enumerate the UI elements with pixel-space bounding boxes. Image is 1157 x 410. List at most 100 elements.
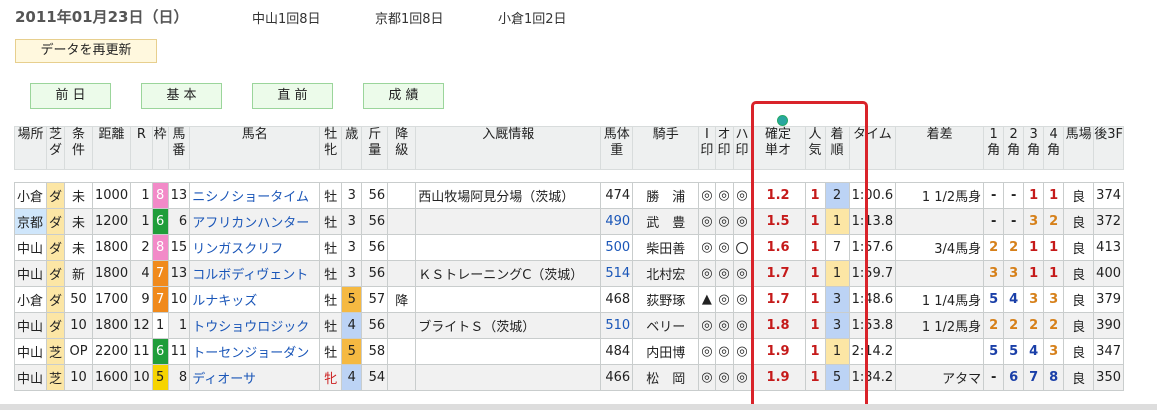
cell-cond: 未 (64, 234, 94, 261)
cell-h: ◎ (732, 260, 752, 287)
column-header-sex[interactable]: 牡牝 (319, 126, 343, 170)
cell-margin: 1 1/4馬身 (895, 286, 985, 313)
column-header-cond[interactable]: 条件 (64, 126, 94, 170)
column-header-name[interactable]: 馬名 (189, 126, 321, 170)
cell-jockey: 武 豊 (632, 208, 700, 235)
table-row[interactable]: 中山芝 10 1600 10 5 8 ディオーサ牝 4 54 466 松 岡 ◎ ◎ ◎ 1.9 1 5 1:34… (14, 364, 1124, 391)
table-row[interactable]: 中山ダ未 1800 2 8 15 リンガスクリフ牡 3 56 500 柴田善 ◎ ◎ 〇 1.6 1 7 1:5… (14, 234, 1124, 261)
column-header-last3f[interactable]: 後3F (1093, 126, 1124, 170)
cell-surface: ダ (45, 260, 66, 287)
cell-c2: - (1003, 182, 1025, 209)
cell-name[interactable]: ルナキッズ (189, 286, 321, 313)
column-header-dist[interactable]: 距離 (92, 126, 132, 170)
cell-track: 良 (1063, 338, 1095, 365)
column-header-bodyw[interactable]: 馬体重 (600, 126, 634, 170)
column-header-stable[interactable]: 入厩情報 (415, 126, 602, 170)
cell-odds: 1.7 (750, 260, 806, 287)
horizontal-scrollbar[interactable] (0, 404, 1157, 410)
cell-name[interactable]: トーセンジョーダン (189, 338, 321, 365)
cell-weight: 57 (361, 286, 389, 313)
cell-o: ◎ (714, 286, 734, 313)
cell-age: 4 (341, 312, 363, 339)
nav-just-before-button[interactable]: 直 前 (252, 83, 333, 109)
column-header-c4[interactable]: 4角 (1043, 126, 1065, 170)
cell-jockey: ベリー (632, 312, 700, 339)
venue-kyoto[interactable]: 京都1回8日 (375, 8, 444, 27)
cell-c1: 3 (983, 260, 1005, 287)
nav-results-button[interactable]: 成 績 (363, 83, 444, 109)
cell-track: 良 (1063, 312, 1095, 339)
cell-c3: 1 (1023, 260, 1045, 287)
column-header-jockey[interactable]: 騎手 (632, 126, 700, 170)
column-header-age[interactable]: 歳 (341, 126, 363, 170)
cell-name[interactable]: コルボディヴェント (189, 260, 321, 287)
cell-stable (415, 338, 602, 365)
cell-last3f: 390 (1093, 312, 1124, 339)
column-header-pop[interactable]: 人気 (804, 126, 826, 170)
column-header-c2[interactable]: 2角 (1003, 126, 1025, 170)
venue-kokura[interactable]: 小倉1回2日 (498, 8, 567, 27)
column-header-c3[interactable]: 3角 (1023, 126, 1045, 170)
column-header-c1[interactable]: 1角 (983, 126, 1005, 170)
cell-venue: 中山 (14, 234, 47, 261)
nav-basic-button[interactable]: 基 本 (141, 83, 222, 109)
table-row[interactable]: 京都ダ未 1200 1 6 6 アフリカンハンター牡 3 56 490 武 豊 ◎ ◎ ◎ 1.5 1 1 1:… (14, 208, 1124, 235)
cell-venue: 中山 (14, 338, 47, 365)
table-row[interactable]: 中山ダ 10 1800 12 1 1 トウショウロジック牡 4 56 ブライトＳ（茨城） 510 ベリ… (14, 312, 1124, 339)
refresh-data-button[interactable]: データを再更新 (15, 39, 157, 63)
cell-drop (387, 182, 417, 209)
cell-stable: 西山牧場阿見分場（茨城） (415, 182, 602, 209)
column-header-margin[interactable]: 着差 (895, 126, 985, 170)
column-header-place[interactable]: 着順 (824, 126, 850, 170)
table-row[interactable]: 中山ダ新 1800 4 7 13 コルボディヴェント牡 3 56 ＫＳトレーニングC（茨城） 51… (14, 260, 1124, 287)
cell-name[interactable]: アフリカンハンター (189, 208, 321, 235)
table-row[interactable]: 中山芝 OP 2200 11 6 11 トーセンジョーダン牡 5 58 484 内田博 ◎ ◎ ◎ 1.9 1… (14, 338, 1124, 365)
cell-i: ◎ (698, 260, 716, 287)
cell-name[interactable]: ニシノショータイム (189, 182, 321, 209)
cell-name[interactable]: ディオーサ (189, 364, 321, 391)
cell-dist: 1800 (92, 234, 132, 261)
cell-c4: 1 (1043, 234, 1065, 261)
column-header-drop[interactable]: 降級 (387, 126, 417, 170)
cell-race: 1 (130, 182, 153, 209)
cell-sex: 牡 (319, 234, 343, 261)
column-header-h[interactable]: ハ印 (732, 126, 752, 170)
cell-weight: 56 (361, 234, 389, 261)
cell-c1: - (983, 364, 1005, 391)
column-header-o[interactable]: オ印 (714, 126, 734, 170)
nav-previous-day-button[interactable]: 前 日 (30, 83, 111, 109)
column-header-odds[interactable]: 確定 単オ (750, 126, 806, 170)
column-header-venue[interactable]: 場所 (14, 126, 47, 170)
cell-surface: ダ (45, 234, 66, 261)
column-header-track[interactable]: 馬場 (1063, 126, 1095, 170)
cell-pop: 1 (804, 234, 826, 261)
cell-pop: 1 (804, 338, 826, 365)
venue-nakayama[interactable]: 中山1回8日 (252, 8, 321, 27)
cell-cond: 10 (64, 312, 94, 339)
cell-c4: 2 (1043, 208, 1065, 235)
cell-c3: 1 (1023, 234, 1045, 261)
column-header-i[interactable]: I印 (698, 126, 716, 170)
cell-i: ◎ (698, 364, 716, 391)
cell-age: 5 (341, 286, 363, 313)
column-header-time[interactable]: タイム (848, 126, 897, 170)
cell-frame: 8 (151, 182, 169, 209)
cell-name[interactable]: トウショウロジック (189, 312, 321, 339)
column-header-frame[interactable]: 枠 (151, 126, 169, 170)
cell-name[interactable]: リンガスクリフ (189, 234, 321, 261)
cell-o: ◎ (714, 364, 734, 391)
cell-margin: アタマ (895, 364, 985, 391)
cell-bodyw: 468 (600, 286, 634, 313)
cell-frame: 6 (151, 338, 169, 365)
cell-i: ◎ (698, 208, 716, 235)
cell-horseno: 6 (167, 208, 191, 235)
column-header-horseno[interactable]: 馬番 (167, 126, 191, 170)
table-row[interactable]: 小倉ダ未 1000 1 8 13 ニシノショータイム牡 3 56 西山牧場阿見分場（茨城） 474… (14, 182, 1124, 209)
cell-bodyw: 466 (600, 364, 634, 391)
column-header-surface[interactable]: 芝ダ (45, 126, 66, 170)
column-header-weight[interactable]: 斤量 (361, 126, 389, 170)
cell-race: 11 (130, 338, 153, 365)
cell-age: 4 (341, 364, 363, 391)
column-header-race[interactable]: R (130, 126, 153, 170)
table-row[interactable]: 小倉ダ 50 1700 9 7 10 ルナキッズ牡 5 57 降 468 荻野琢 ▲ ◎ ◎ 1.7 1 3 1:4… (14, 286, 1124, 313)
